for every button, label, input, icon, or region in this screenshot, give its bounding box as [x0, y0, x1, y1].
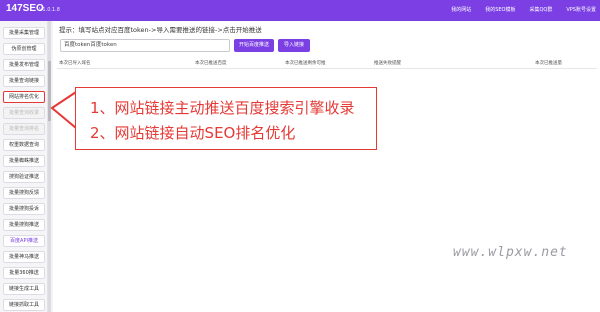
hint-text: 提示：填写站点对应百度token->导入需要推送的链接->点击开始推送 [59, 26, 262, 34]
watermark: www.wlpxw.net [453, 245, 568, 260]
sidebar-item[interactable]: 链接抓取工具 [3, 299, 45, 311]
annotation-line-2: 2、网站链接自动SEO排名优化 [90, 124, 296, 142]
table-header: 本次已导入域名 本次已推送百度 本次已推送剩余可推 推送失败提醒 本次已推送量 [57, 59, 597, 69]
sidebar-item[interactable]: 权重数据查询 [3, 139, 45, 151]
annotation-line-1: 1、网站链接主动推送百度搜索引擎收录 [90, 99, 355, 117]
column-header: 推送失败提醒 [374, 61, 401, 66]
nav-qq-group[interactable]: 采集QQ群 [530, 6, 553, 13]
annotation-box: 1、网站链接主动推送百度搜索引擎收录 2、网站链接自动SEO排名优化 [75, 87, 377, 150]
sidebar-item[interactable]: 百度API推送 [3, 235, 45, 247]
nav-vps-settings[interactable]: VPS账号设置 [566, 6, 596, 13]
column-header: 本次已推送量 [535, 61, 562, 66]
baidu-token-input[interactable]: 百度token百度token [60, 39, 230, 52]
import-links-button[interactable]: 导入链接 [278, 39, 310, 52]
sidebar-item[interactable]: 伪原创管理 [3, 43, 45, 55]
sidebar-item: 批量查询排名 [3, 123, 45, 135]
sidebar-item[interactable]: 批量采集管理 [3, 27, 45, 39]
top-bar: 147SEO V1.0.1.8 我的网站 我的SEO模板 采集QQ群 VPS账号… [0, 0, 600, 21]
nav-seo-template[interactable]: 我的SEO模板 [485, 6, 515, 13]
sidebar-scrollbar[interactable] [48, 21, 51, 312]
sidebar-item[interactable]: 批量搜狗投诉 [3, 203, 45, 215]
column-header: 本次已导入域名 [59, 61, 91, 66]
sidebar-item[interactable]: 批量搜狗推送 [3, 219, 45, 231]
sidebar-item[interactable]: 搜狗验证推送 [3, 171, 45, 183]
sidebar-item[interactable]: 批量搜狗反馈 [3, 187, 45, 199]
sidebar-item[interactable]: 链接生成工具 [3, 283, 45, 295]
sidebar-item[interactable]: 批量360推送 [3, 267, 45, 279]
sidebar: 批量采集管理 伪原创管理批量发布管理 批量查询链接 网站排名优化 批量查询收录 批量查询排… [0, 21, 48, 312]
sidebar-item[interactable]: 批量神马推送 [3, 251, 45, 263]
nav-my-sites[interactable]: 我的网站 [451, 6, 471, 13]
app-version: V1.0.1.8 [39, 7, 60, 13]
sidebar-item[interactable]: 网站排名优化 [3, 91, 45, 103]
top-nav: 我的网站 我的SEO模板 采集QQ群 VPS账号设置 [451, 6, 596, 13]
start-push-button[interactable]: 开始百度推送 [234, 39, 274, 52]
main-panel: 提示：填写站点对应百度token->导入需要推送的链接->点击开始推送 百度to… [53, 21, 600, 312]
column-header: 本次已推送百度 [195, 61, 227, 66]
sidebar-item: 批量查询收录 [3, 107, 45, 119]
sidebar-item[interactable]: 批量蜘蛛推送 [3, 155, 45, 167]
sidebar-item[interactable]: 批量查询链接 [3, 75, 45, 87]
column-header: 本次已推送剩余可推 [285, 61, 326, 66]
annotation-arrow [50, 91, 77, 129]
sidebar-item[interactable]: 批量发布管理 [3, 59, 45, 71]
